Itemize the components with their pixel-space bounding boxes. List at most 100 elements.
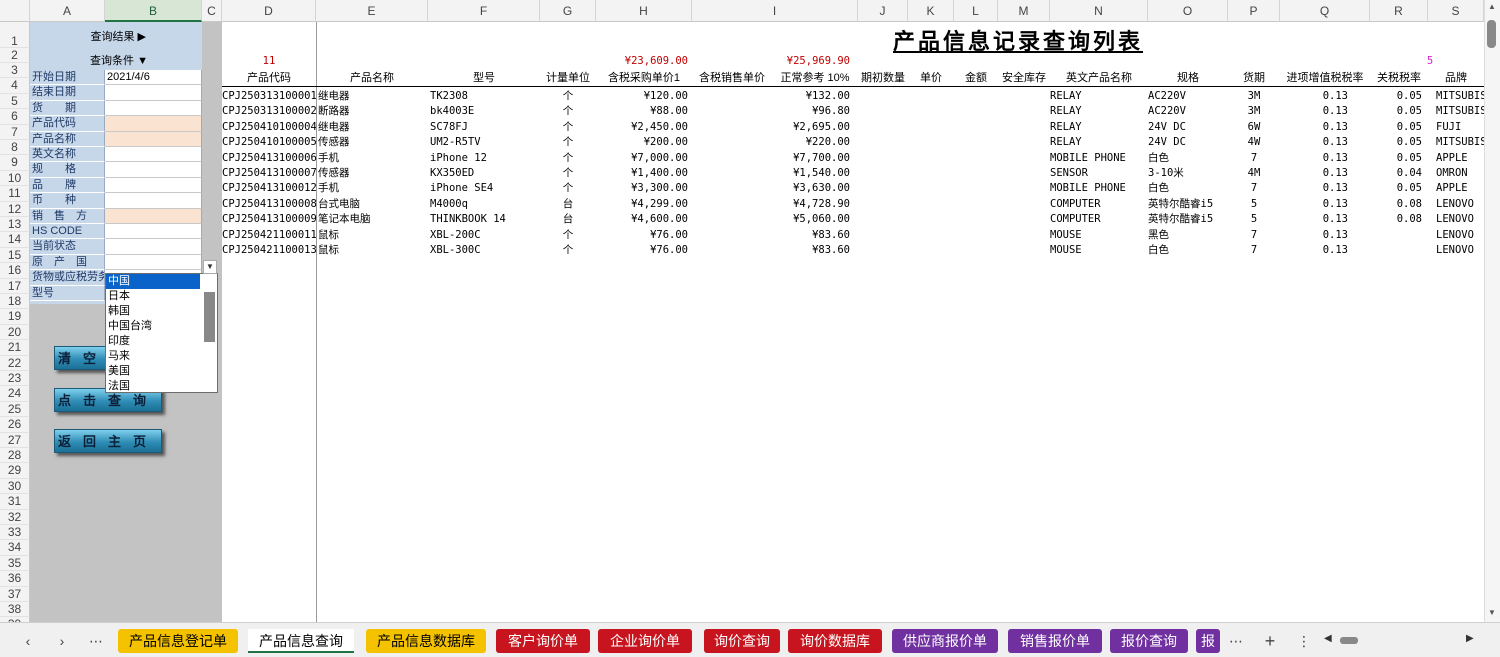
tab-prev-icon[interactable]: ‹ — [16, 629, 40, 653]
column-header-L[interactable]: L — [954, 0, 998, 22]
dropdown-option[interactable]: 中国台湾 — [106, 319, 200, 334]
column-header-F[interactable]: F — [428, 0, 540, 22]
tab-next-icon[interactable]: › — [50, 629, 74, 653]
home-button[interactable]: 返回主页 — [54, 429, 162, 453]
dropdown-option[interactable]: 法国 — [106, 379, 200, 394]
table-row[interactable]: CPJ250413100007 传感器 KX350ED 个 ¥1,400.00 ¥1,54… — [0, 166, 1484, 181]
horizontal-scrollbar[interactable]: ◀ ▶ — [1322, 631, 1482, 649]
sheet-tab[interactable]: 产品信息查询 — [248, 629, 354, 653]
table-row[interactable]: CPJ250413100006 手机 iPhone 12 个 ¥7,000.00 ¥7,7… — [0, 151, 1484, 166]
row-header-30[interactable]: 30 — [0, 478, 30, 495]
hscroll-right-icon[interactable]: ▶ — [1466, 633, 1474, 644]
row-header-18[interactable]: 18 — [0, 294, 30, 310]
dropdown-option[interactable]: 中国 — [106, 274, 200, 289]
row-header-37[interactable]: 37 — [0, 586, 30, 602]
row-header-31[interactable]: 31 — [0, 494, 30, 510]
column-header-E[interactable]: E — [316, 0, 428, 22]
table-row[interactable]: CPJ250410100004 继电器 SC78FJ 个 ¥2,450.00 ¥2,695… — [0, 120, 1484, 135]
row-header-3[interactable]: 3 — [0, 63, 30, 79]
table-row[interactable]: CPJ250410100005 传感器 UM2-R5TV 个 ¥200.00 ¥220.0… — [0, 135, 1484, 150]
column-header-I[interactable]: I — [692, 0, 858, 22]
row-header-1[interactable]: 1 — [0, 22, 30, 48]
dropdown-scrollbar-thumb[interactable] — [204, 292, 215, 342]
sheet-tab[interactable]: 供应商报价单 — [892, 629, 998, 653]
column-header-C[interactable]: C — [202, 0, 222, 22]
row-header-23[interactable]: 23 — [0, 371, 30, 387]
sheet-tab[interactable]: 产品信息登记单 — [118, 629, 238, 653]
country-dropdown-list[interactable]: 中国 日本 韩国 中国台湾 印度 马来 美国 法国 — [105, 273, 218, 393]
vertical-scrollbar[interactable]: ▲ ▼ — [1484, 0, 1500, 622]
column-header-G[interactable]: G — [540, 0, 596, 22]
column-header-M[interactable]: M — [998, 0, 1050, 22]
sheet-tab[interactable]: 询价数据库 — [788, 629, 882, 653]
sheet-tab[interactable]: 销售报价单 — [1008, 629, 1102, 653]
column-header-D[interactable]: D — [222, 0, 316, 22]
query-result-toggle[interactable]: 查询结果 ▶ — [30, 28, 202, 44]
row-header-27[interactable]: 27 — [0, 432, 30, 448]
table-row[interactable]: CPJ250421100013 鼠标 XBL-300C 个 ¥76.00 ¥83.60 MO… — [0, 243, 1484, 258]
dropdown-option[interactable]: 韩国 — [106, 304, 200, 319]
clear-button[interactable]: 清空 — [54, 346, 112, 370]
row-header-16[interactable]: 16 — [0, 263, 30, 279]
row-header-34[interactable]: 34 — [0, 540, 30, 556]
table-row[interactable]: CPJ250421100011 鼠标 XBL-200C 个 ¥76.00 ¥83.60 MO… — [0, 228, 1484, 243]
tab-more-icon[interactable]: ⋯ — [84, 629, 108, 653]
table-row[interactable]: CPJ250413100008 台式电脑 M4000q 台 ¥4,299.00 ¥4,72… — [0, 197, 1484, 212]
add-sheet-icon[interactable]: + — [1258, 629, 1282, 653]
column-header-Q[interactable]: Q — [1280, 0, 1370, 22]
row-header-32[interactable]: 32 — [0, 509, 30, 525]
hscroll-left-icon[interactable]: ◀ — [1324, 633, 1332, 644]
sheet-tab[interactable]: 报 — [1196, 629, 1220, 653]
row-header-33[interactable]: 33 — [0, 525, 30, 541]
vertical-scroll-thumb[interactable] — [1487, 20, 1496, 48]
select-all-corner[interactable] — [0, 0, 30, 22]
tab-overflow-icon[interactable]: ⋯ — [1224, 629, 1248, 653]
column-header-A[interactable]: A — [30, 0, 105, 22]
table-row[interactable]: CPJ250313100001 继电器 TK2308 个 ¥120.00 ¥132.00 R… — [0, 89, 1484, 104]
column-header-J[interactable]: J — [858, 0, 908, 22]
sheet-tab[interactable]: 报价查询 — [1110, 629, 1188, 653]
row-header-25[interactable]: 25 — [0, 401, 30, 418]
column-header-P[interactable]: P — [1228, 0, 1280, 22]
column-header-N[interactable]: N — [1050, 0, 1148, 22]
row-header-38[interactable]: 38 — [0, 602, 30, 618]
column-header-H[interactable]: H — [596, 0, 692, 22]
sheet-tab[interactable]: 客户询价单 — [496, 629, 590, 653]
dropdown-option[interactable]: 日本 — [106, 289, 200, 304]
row-header-29[interactable]: 29 — [0, 463, 30, 479]
scroll-down-icon[interactable]: ▼ — [1488, 608, 1496, 617]
row-header-36[interactable]: 36 — [0, 571, 30, 587]
scroll-up-icon[interactable]: ▲ — [1488, 2, 1496, 11]
hscroll-thumb[interactable] — [1340, 637, 1358, 644]
table-row[interactable]: CPJ250413100012 手机 iPhone SE4 个 ¥3,300.00 ¥3,… — [0, 181, 1484, 196]
table-row[interactable]: CPJ250313100002 断路器 bk4003E 个 ¥88.00 ¥96.80 RE… — [0, 104, 1484, 119]
column-header-R[interactable]: R — [1370, 0, 1428, 22]
row-header-24[interactable]: 24 — [0, 386, 30, 402]
row-header-26[interactable]: 26 — [0, 417, 30, 433]
row-header-2[interactable]: 2 — [0, 48, 30, 63]
row-header-28[interactable]: 28 — [0, 448, 30, 464]
row-header-22[interactable]: 22 — [0, 355, 30, 371]
dropdown-option[interactable]: 印度 — [106, 334, 200, 349]
spreadsheet-grid[interactable]: ABCDEFGHIJKLMNOPQRS 1 2 3 4 5 6 7 8 9 10 11 12 13 14 1… — [0, 0, 1484, 622]
row-header-21[interactable]: 21 — [0, 340, 30, 356]
dropdown-option[interactable]: 马来 — [106, 349, 200, 364]
sheet-tab[interactable]: 企业询价单 — [598, 629, 692, 653]
field-input[interactable]: 2021/4/6 — [105, 70, 202, 86]
query-condition-toggle[interactable]: 查询条件 ▼ — [30, 52, 202, 68]
dropdown-option[interactable]: 美国 — [106, 364, 200, 379]
row-header-20[interactable]: 20 — [0, 324, 30, 341]
sheet-tab[interactable]: 产品信息数据库 — [366, 629, 486, 653]
column-header-B[interactable]: B — [105, 0, 202, 22]
column-header-O[interactable]: O — [1148, 0, 1228, 22]
sheet-menu-icon[interactable]: ⋮ — [1292, 629, 1316, 653]
cell-model: XBL-300C — [430, 244, 481, 256]
row-header-17[interactable]: 17 — [0, 278, 30, 294]
column-header-S[interactable]: S — [1428, 0, 1484, 22]
column-header-K[interactable]: K — [908, 0, 954, 22]
dropdown-arrow-icon[interactable]: ▼ — [203, 260, 217, 274]
sheet-tab[interactable]: 询价查询 — [704, 629, 780, 653]
row-header-19[interactable]: 19 — [0, 309, 30, 325]
table-row[interactable]: CPJ250413100009 笔记本电脑 THINKBOOK 14 台 ¥4,600.… — [0, 212, 1484, 227]
row-header-35[interactable]: 35 — [0, 555, 30, 572]
